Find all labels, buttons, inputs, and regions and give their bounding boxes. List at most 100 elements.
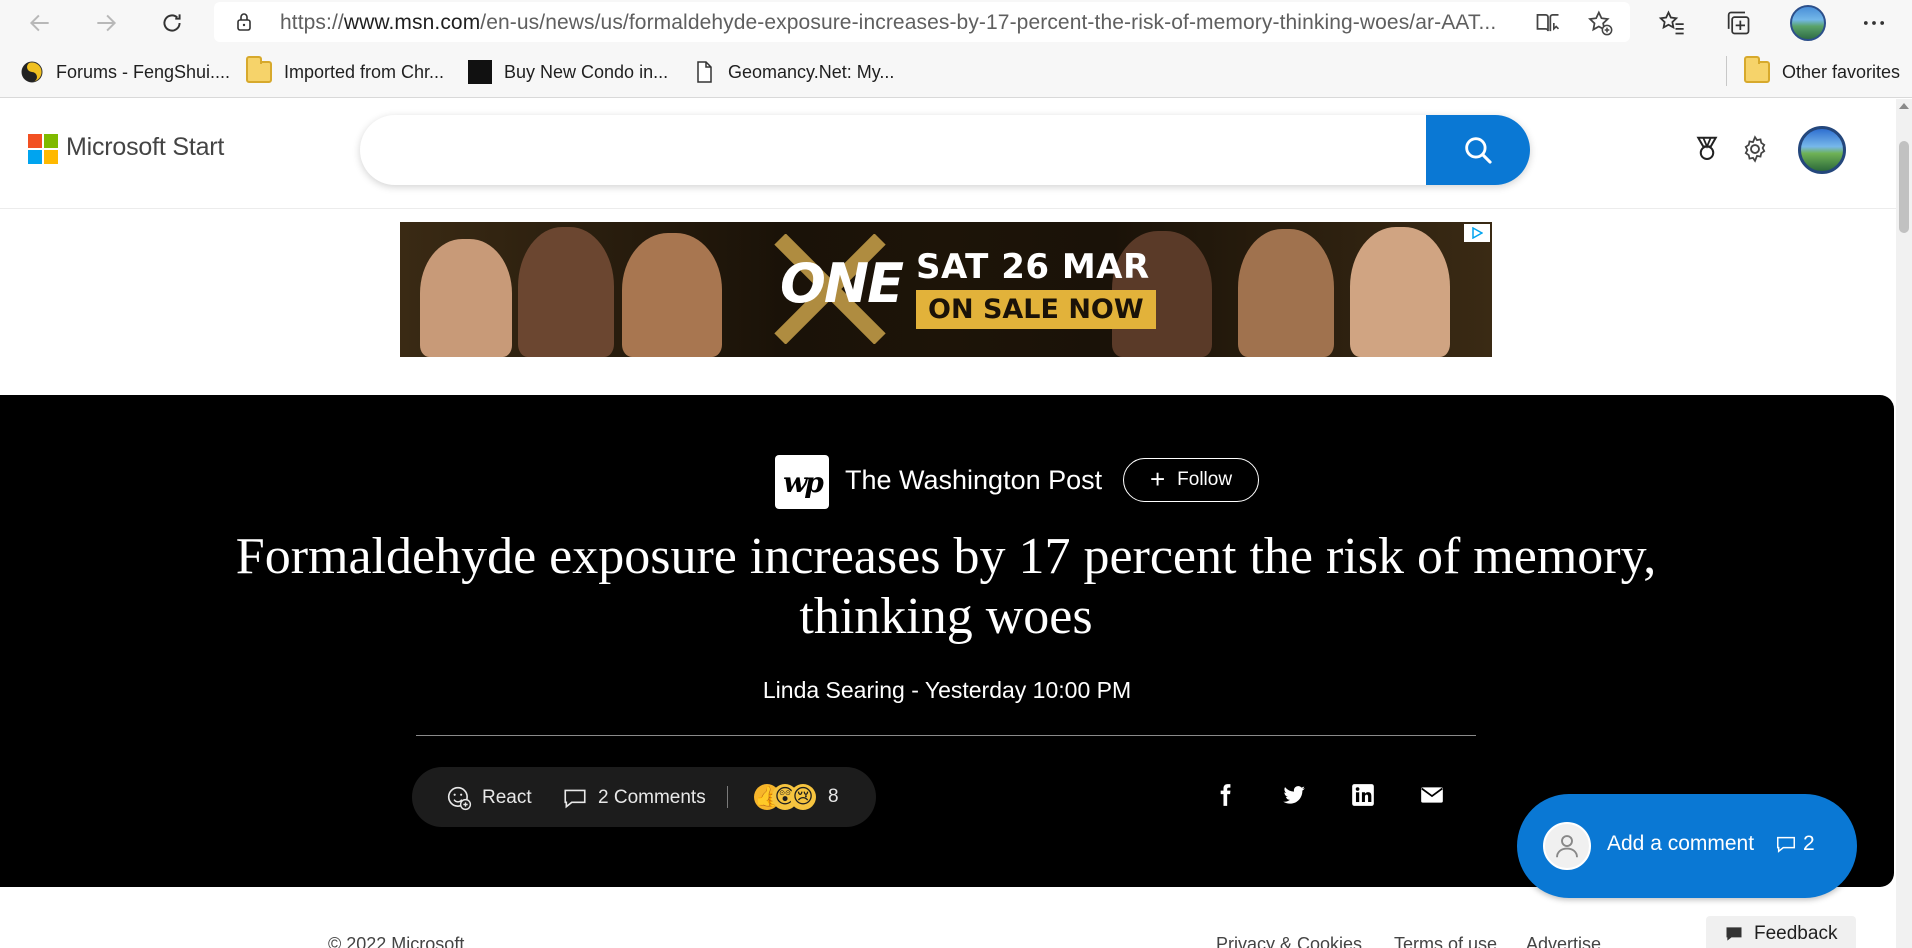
back-button[interactable] [22,5,58,41]
comment-bubble-icon [564,789,586,809]
lock-icon[interactable] [232,10,256,34]
profile-avatar [1790,5,1826,41]
url-path: /en-us/news/us/formaldehyde-exposure-inc… [480,11,1497,34]
reaction-summary[interactable]: 👍 😲 😢 [754,784,818,812]
browser-toolbar: https://www.msn.com/en-us/news/us/formal… [0,0,1912,46]
bookmark-imported-from-chrome[interactable]: Imported from Chr... [246,56,445,86]
site-favicon-icon [468,60,492,84]
settings-more-button[interactable] [1856,5,1892,41]
bookmark-label: Geomancy.Net: My... [728,61,895,82]
footer-link-terms[interactable]: Terms of use [1394,934,1497,948]
adchoices-icon[interactable] [1464,224,1490,242]
microsoft-logo-icon[interactable] [28,134,58,164]
ad-date-text: SAT 26 MAR [916,247,1150,287]
favorites-bar-divider [1726,56,1727,86]
bookmark-buy-new-condo[interactable]: Buy New Condo in... [468,58,668,86]
user-avatar[interactable] [1798,126,1846,174]
ad-fighter-5 [1238,229,1334,357]
forward-button[interactable] [88,5,124,41]
bookmark-forums-fengshui[interactable]: Forums - FengShui.... [20,58,230,86]
profile-button[interactable] [1790,5,1826,41]
rewards-medal-icon [1696,136,1718,160]
comments-button[interactable]: 2 Comments [562,785,706,811]
share-facebook-button[interactable] [1205,775,1245,815]
ad-fighter-6 [1350,227,1450,357]
favorites-button[interactable] [1654,5,1690,41]
folder-icon [1744,56,1770,83]
bookmark-label: Imported from Chr... [284,61,445,82]
adchoices-triangle-icon [1472,227,1483,239]
scroll-up-arrow-icon[interactable] [1899,103,1909,109]
search-icon [1465,137,1492,164]
share-email-button[interactable] [1412,775,1452,815]
footer-link-advertise[interactable]: Advertise [1526,934,1601,948]
react-emoji-icon [447,786,472,811]
feedback-button[interactable]: Feedback [1706,916,1856,948]
brand-name[interactable]: Microsoft Start [66,133,224,162]
feedback-icon [1726,927,1742,941]
add-comment-label: Add a comment [1607,832,1755,855]
add-comment-button[interactable]: Add a comment 2 [1517,794,1857,898]
copyright-text: © 2022 Microsoft [328,934,465,948]
engagement-bar: React 2 Comments 👍 😲 😢 8 [412,767,876,827]
collections-button[interactable] [1720,5,1756,41]
bookmark-label: Buy New Condo in... [504,61,669,82]
page-footer: © 2022 Microsoft Privacy & Cookies Terms… [0,920,1896,948]
article-byline: Linda Searing - Yesterday 10:00 PM [762,677,1132,703]
favorites-icon [1658,10,1684,35]
url-text[interactable]: https://www.msn.com/en-us/news/us/formal… [280,11,1520,35]
more-dots-icon [1863,21,1885,25]
bookmark-label: Forums - FengShui.... [56,61,231,82]
logo-square-green [44,134,58,148]
add-favorite-icon[interactable] [1586,9,1614,37]
publisher-logo[interactable]: wp [775,455,829,509]
settings-button[interactable] [1738,132,1772,166]
facebook-icon [1220,784,1231,806]
bookmark-geomancy-net[interactable]: Geomancy.Net: My... [692,58,894,86]
refresh-button[interactable] [154,5,190,41]
url-prefix: https:// [280,11,344,34]
search-button[interactable] [1426,115,1530,185]
bookmark-other-favorites[interactable]: Other favorites [1744,56,1900,86]
browser-window: https://www.msn.com/en-us/news/us/formal… [0,0,1912,948]
follow-label: Follow [1177,469,1233,490]
scroll-thumb[interactable] [1899,141,1909,233]
immersive-reader-icon[interactable] [1534,9,1562,37]
publisher-name[interactable]: The Washington Post [845,465,1102,496]
search-input[interactable] [360,115,1530,185]
ad-fighter-2 [518,227,614,357]
favorites-bar: Forums - FengShui.... Imported from Chr.… [0,46,1912,98]
yin-yang-icon [21,61,43,83]
page-scrollbar[interactable] [1896,99,1912,948]
ad-fighter-3 [622,233,722,357]
share-linkedin-button[interactable] [1343,775,1383,815]
collections-icon [1727,11,1750,35]
commenter-avatar [1543,822,1591,870]
person-icon [1556,835,1578,858]
comment-count-value: 2 [1803,832,1815,855]
gear-icon [1744,135,1766,163]
feedback-label: Feedback [1754,923,1838,944]
linkedin-icon [1352,784,1374,806]
comment-bubble-icon [1777,836,1795,853]
follow-button[interactable]: + Follow [1123,458,1259,502]
footer-link-privacy[interactable]: Privacy & Cookies [1216,934,1362,948]
logo-square-blue [28,150,42,164]
page-icon [697,61,712,83]
share-twitter-button[interactable] [1274,775,1314,815]
url-domain: www.msn.com [343,11,481,34]
back-arrow-icon [29,14,49,32]
refresh-icon [163,14,181,32]
ad-cta-text: ON SALE NOW [916,290,1156,329]
sad-emoji-icon: 😢 [790,784,816,810]
rewards-button[interactable] [1690,132,1724,166]
twitter-icon [1283,786,1305,804]
article-headline: Formaldehyde exposure increases by 17 pe… [235,528,1657,645]
forward-arrow-icon [97,14,117,32]
react-button[interactable]: React [446,785,532,811]
address-bar[interactable]: https://www.msn.com/en-us/news/us/formal… [214,2,1630,42]
site-header: Microsoft Start [0,99,1896,209]
react-label: React [482,787,532,808]
logo-square-red [28,134,42,148]
ad-banner[interactable]: ONE SAT 26 MAR ON SALE NOW [400,222,1492,357]
